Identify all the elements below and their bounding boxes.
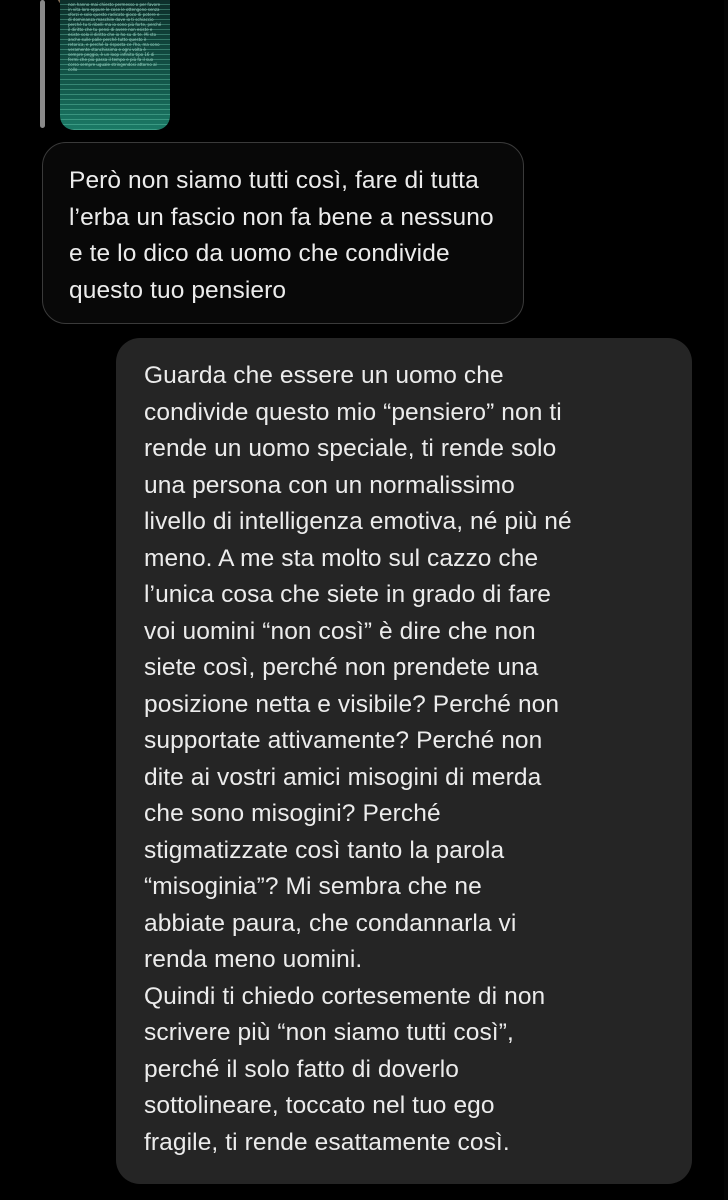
message-line: abbiate paura, che condannarla vi	[144, 909, 517, 937]
scrollbar-track[interactable]	[724, 0, 728, 1200]
message-line: livello di intelligenza emotiva, né più …	[144, 508, 572, 535]
message-line: che sono misogini? Perché	[144, 800, 441, 827]
message-line: rende un uomo speciale, ti rende solo	[144, 435, 557, 462]
message-line: perché il solo fatto di doverlo	[144, 1055, 459, 1083]
message-line: una persona con un normalissimo	[144, 471, 515, 499]
outgoing-message-bubble[interactable]: Guarda che essere un uomo che condivide …	[116, 338, 692, 1184]
message-line: scrivere più “non siamo tutti così”,	[144, 1019, 514, 1046]
message-line: dite ai vostri amici misogini di merda	[144, 763, 542, 791]
message-line: questo tuo pensiero	[69, 276, 287, 304]
message-line: supportate attivamente? Perché non	[144, 727, 543, 754]
chat-thread: non hanno mai chiesto permesso o per fav…	[0, 0, 728, 1200]
message-line: posizione netta e visibile? Perché non	[144, 690, 560, 718]
message-line: “misoginia”? Mi sembra che ne	[144, 873, 482, 900]
message-line: Guarda che essere un uomo che	[144, 362, 504, 389]
message-line: l’erba un fascio non fa bene a nessuno	[69, 203, 494, 231]
message-line: fragile, ti rende esattamente così.	[144, 1128, 510, 1156]
message-line: l’unica cosa che siete in grado di fare	[144, 581, 552, 608]
message-line: Però non siamo tutti così, fare di tutta	[69, 167, 479, 194]
message-line: voi uomini “non così” è dire che non	[144, 617, 536, 645]
message-line: e te lo dico da uomo che condivide	[69, 240, 450, 267]
reply-indicator-bar	[40, 0, 45, 128]
message-line: condivide questo mio “pensiero” non ti	[144, 398, 562, 426]
message-line: renda meno uomini.	[144, 946, 363, 973]
message-line: Quindi ti chiedo cortesemente di non	[144, 982, 546, 1010]
quoted-image-text: non hanno mai chiesto permesso o per fav…	[68, 2, 162, 72]
incoming-message-bubble[interactable]: Però non siamo tutti così, fare di tutta…	[42, 142, 524, 324]
message-line: stigmatizzate così tanto la parola	[144, 836, 505, 864]
quoted-image-message[interactable]: non hanno mai chiesto permesso o per fav…	[60, 0, 170, 130]
message-line: sottolineare, toccato nel tuo ego	[144, 1092, 495, 1119]
message-line: meno. A me sta molto sul cazzo che	[144, 544, 539, 572]
message-line: siete così, perché non prendete una	[144, 654, 539, 681]
